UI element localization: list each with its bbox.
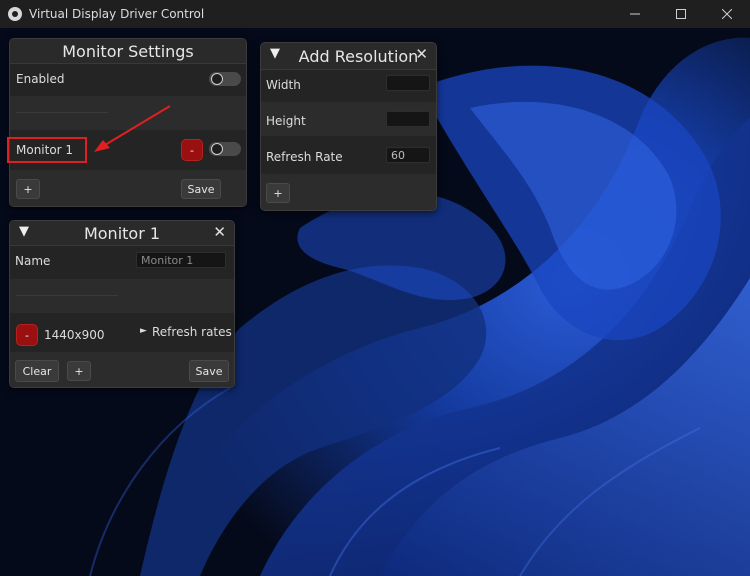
annotation-arrow: [94, 105, 171, 152]
enabled-label: Enabled: [16, 72, 65, 86]
app-window: Virtual Display Driver Control Monitor S…: [0, 0, 750, 576]
refresh-rates-toggle[interactable]: Refresh rates: [152, 325, 232, 339]
add-resolution-header: ▼ Add Resolution ✕: [261, 43, 436, 70]
maximize-icon[interactable]: [658, 0, 704, 28]
clear-button[interactable]: Clear: [15, 360, 59, 382]
width-label: Width: [266, 78, 301, 92]
monitor-name-input[interactable]: Monitor 1: [136, 252, 226, 268]
refresh-rates-arrow-icon[interactable]: ►: [140, 326, 147, 336]
app-icon: [8, 7, 22, 21]
separator-line: [16, 295, 118, 296]
title-bar[interactable]: Virtual Display Driver Control: [0, 0, 750, 28]
monitor1-header: ▼ Monitor 1 ✕: [10, 221, 234, 246]
name-label: Name: [15, 254, 51, 268]
window-title: Virtual Display Driver Control: [29, 7, 205, 21]
toggle-knob: [211, 143, 223, 155]
refresh-rate-input[interactable]: 60: [386, 147, 430, 163]
close-icon[interactable]: ✕: [213, 223, 226, 241]
collapse-icon[interactable]: ▼: [19, 224, 29, 239]
width-input[interactable]: [386, 75, 430, 91]
height-label: Height: [266, 114, 306, 128]
highlight-box: [7, 137, 87, 163]
enabled-toggle[interactable]: [209, 72, 241, 86]
remove-resolution-button[interactable]: -: [16, 324, 38, 346]
close-icon[interactable]: [704, 0, 750, 28]
save-settings-button[interactable]: Save: [181, 179, 221, 199]
resolution-label: 1440x900: [44, 328, 105, 342]
remove-monitor-button[interactable]: -: [181, 139, 203, 161]
add-resolution-title: Add Resolution: [298, 46, 419, 66]
collapse-icon[interactable]: ▼: [270, 46, 280, 61]
refresh-rate-label: Refresh Rate: [266, 150, 343, 164]
window-controls: [612, 0, 750, 28]
height-input[interactable]: [386, 111, 430, 127]
add-resolution-button[interactable]: +: [266, 183, 290, 203]
monitor1-title: Monitor 1: [83, 223, 161, 243]
toggle-knob: [211, 73, 223, 85]
separator-band: [10, 279, 234, 313]
monitor1-panel: ▼ Monitor 1 ✕ Name Monitor 1 - 1440x900 …: [9, 220, 235, 388]
save-monitor-button[interactable]: Save: [189, 360, 229, 382]
add-resolution-panel: ▼ Add Resolution ✕ Width Height Refresh …: [260, 42, 437, 211]
add-monitor-button[interactable]: +: [16, 179, 40, 199]
close-icon[interactable]: ✕: [415, 45, 428, 63]
add-resolution-entry-button[interactable]: +: [67, 361, 91, 381]
monitor-settings-title: Monitor Settings: [10, 39, 246, 64]
monitor-toggle[interactable]: [209, 142, 241, 156]
minimize-icon[interactable]: [612, 0, 658, 28]
